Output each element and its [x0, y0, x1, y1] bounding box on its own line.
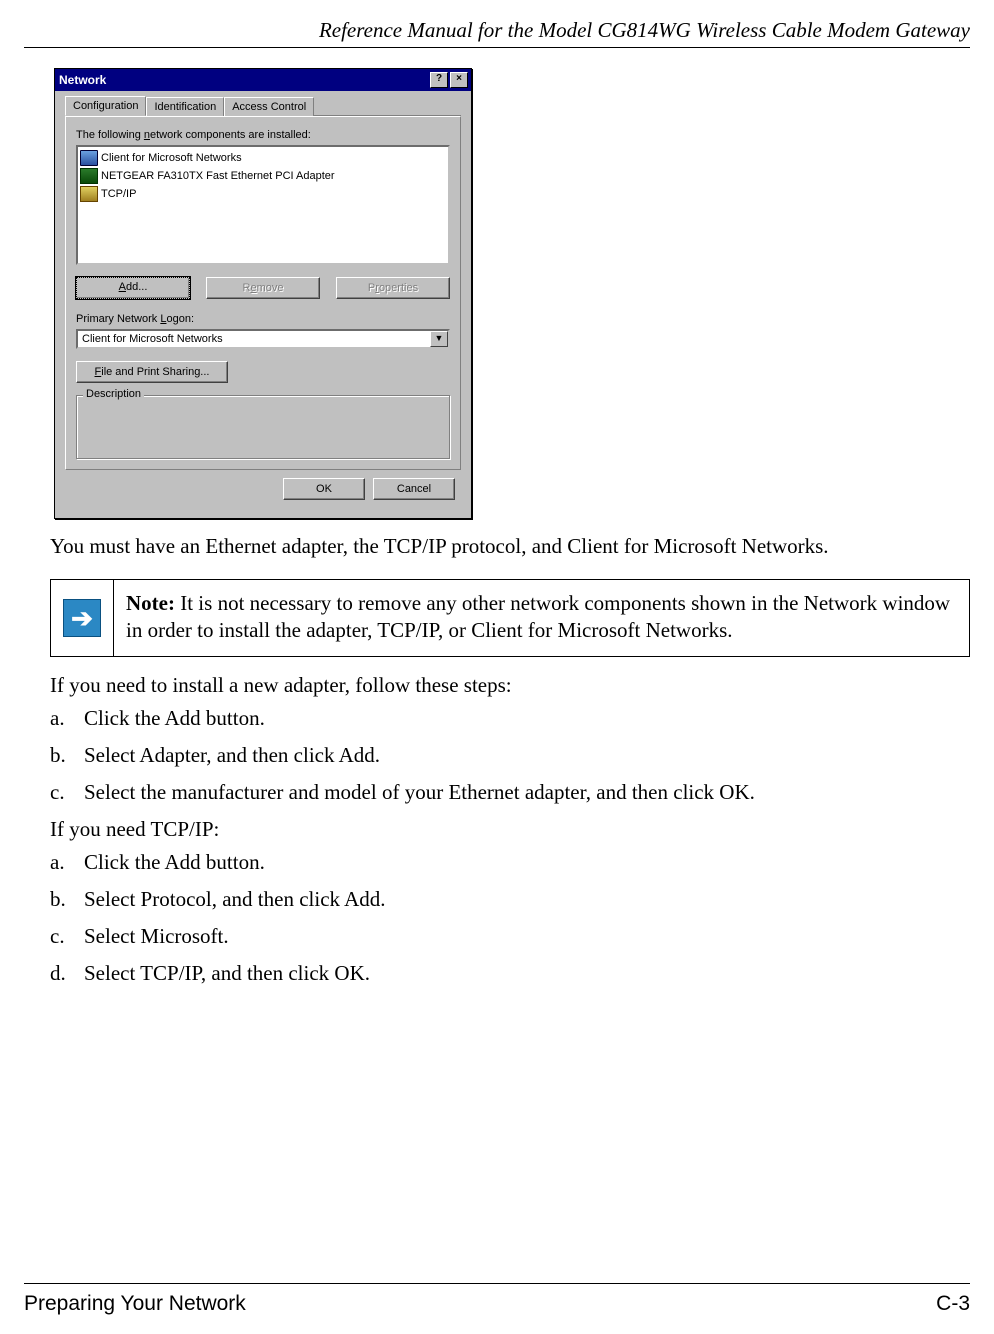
- components-label-pre: The following: [76, 129, 144, 141]
- list-item: d.Select TCP/IP, and then click OK.: [50, 961, 970, 986]
- components-listbox[interactable]: Client for Microsoft Networks NETGEAR FA…: [76, 145, 450, 265]
- footer-section-title: Preparing Your Network: [24, 1292, 246, 1316]
- adapter-steps-intro: If you need to install a new adapter, fo…: [50, 673, 970, 698]
- list-item: c.Select the manufacturer and model of y…: [50, 780, 970, 805]
- dialog-title: Network: [59, 73, 428, 87]
- list-item: b.Select Protocol, and then click Add.: [50, 887, 970, 912]
- list-text: Select TCP/IP, and then click OK.: [84, 961, 370, 986]
- cancel-button[interactable]: Cancel: [373, 478, 455, 500]
- properties-post: operties: [379, 282, 418, 294]
- list-text: Select the manufacturer and model of you…: [84, 780, 755, 805]
- description-label: Description: [83, 388, 144, 400]
- note-text: Note: It is not necessary to remove any …: [114, 580, 969, 656]
- primary-logon-label: Primary Network Logon:: [76, 313, 450, 325]
- add-post: dd...: [126, 281, 147, 293]
- list-text: Click the Add button.: [84, 706, 265, 731]
- list-item-label: NETGEAR FA310TX Fast Ethernet PCI Adapte…: [101, 170, 335, 182]
- primary-logon-value: Client for Microsoft Networks: [78, 331, 430, 347]
- list-item-label: Client for Microsoft Networks: [101, 152, 242, 164]
- arrow-right-icon: ➔: [71, 603, 93, 634]
- tcpip-steps-list: a.Click the Add button. b.Select Protoco…: [50, 850, 970, 986]
- tab-strip: Configuration Identification Access Cont…: [65, 95, 461, 116]
- page-footer: Preparing Your Network C-3: [24, 1283, 970, 1316]
- list-marker: b.: [50, 743, 84, 768]
- tab-configuration[interactable]: Configuration: [65, 96, 146, 116]
- chevron-down-icon[interactable]: ▼: [430, 331, 448, 347]
- list-marker: d.: [50, 961, 84, 986]
- tcpip-steps-intro: If you need TCP/IP:: [50, 817, 970, 842]
- list-text: Select Protocol, and then click Add.: [84, 887, 386, 912]
- intro-paragraph: You must have an Ethernet adapter, the T…: [50, 533, 970, 559]
- tab-access-control[interactable]: Access Control: [224, 97, 314, 116]
- file-print-sharing-button[interactable]: File and Print Sharing...: [76, 361, 228, 383]
- add-underline: A: [119, 281, 126, 293]
- list-item[interactable]: TCP/IP: [80, 185, 446, 203]
- tab-identification[interactable]: Identification: [146, 97, 224, 116]
- list-text: Click the Add button.: [84, 850, 265, 875]
- list-marker: a.: [50, 706, 84, 731]
- footer-page-number: C-3: [936, 1292, 970, 1316]
- properties-button[interactable]: Properties: [336, 277, 450, 299]
- dialog-titlebar: Network ? ×: [55, 69, 471, 91]
- network-dialog: Network ? × Configuration Identification…: [54, 68, 472, 519]
- help-button[interactable]: ?: [430, 72, 448, 88]
- footer-rule: [24, 1283, 970, 1284]
- components-label-post: etwork components are installed:: [150, 129, 311, 141]
- list-item-label: TCP/IP: [101, 188, 136, 200]
- close-button[interactable]: ×: [450, 72, 468, 88]
- note-icon-cell: ➔: [51, 580, 114, 656]
- components-label: The following network components are ins…: [76, 129, 450, 141]
- list-marker: c.: [50, 924, 84, 949]
- note-box: ➔ Note: It is not necessary to remove an…: [50, 579, 970, 657]
- client-icon: [80, 150, 98, 166]
- remove-button[interactable]: Remove: [206, 277, 320, 299]
- add-button[interactable]: Add...: [76, 277, 190, 299]
- list-text: Select Adapter, and then click Add.: [84, 743, 380, 768]
- remove-post: move: [257, 282, 284, 294]
- page-header-title: Reference Manual for the Model CG814WG W…: [0, 0, 994, 47]
- list-item[interactable]: NETGEAR FA310TX Fast Ethernet PCI Adapte…: [80, 167, 446, 185]
- primary-logon-dropdown[interactable]: Client for Microsoft Networks ▼: [76, 329, 450, 349]
- protocol-icon: [80, 186, 98, 202]
- list-marker: a.: [50, 850, 84, 875]
- network-dialog-screenshot: Network ? × Configuration Identification…: [54, 68, 970, 519]
- list-item[interactable]: Client for Microsoft Networks: [80, 149, 446, 167]
- fps-post: ile and Print Sharing...: [101, 366, 209, 378]
- list-text: Select Microsoft.: [84, 924, 229, 949]
- list-item: a.Click the Add button.: [50, 850, 970, 875]
- adapter-icon: [80, 168, 98, 184]
- note-body: It is not necessary to remove any other …: [126, 591, 950, 642]
- list-marker: c.: [50, 780, 84, 805]
- note-bold: Note:: [126, 591, 175, 615]
- list-item: c.Select Microsoft.: [50, 924, 970, 949]
- list-marker: b.: [50, 887, 84, 912]
- primary-logon-pre: Primary Network: [76, 313, 160, 325]
- list-item: a.Click the Add button.: [50, 706, 970, 731]
- note-arrow-icon: ➔: [63, 599, 101, 637]
- adapter-steps-list: a.Click the Add button. b.Select Adapter…: [50, 706, 970, 805]
- dialog-footer: OK Cancel: [65, 470, 461, 508]
- primary-logon-post: ogon:: [166, 313, 194, 325]
- ok-button[interactable]: OK: [283, 478, 365, 500]
- tab-panel-configuration: The following network components are ins…: [65, 116, 461, 470]
- description-groupbox: Description: [76, 395, 450, 459]
- list-item: b.Select Adapter, and then click Add.: [50, 743, 970, 768]
